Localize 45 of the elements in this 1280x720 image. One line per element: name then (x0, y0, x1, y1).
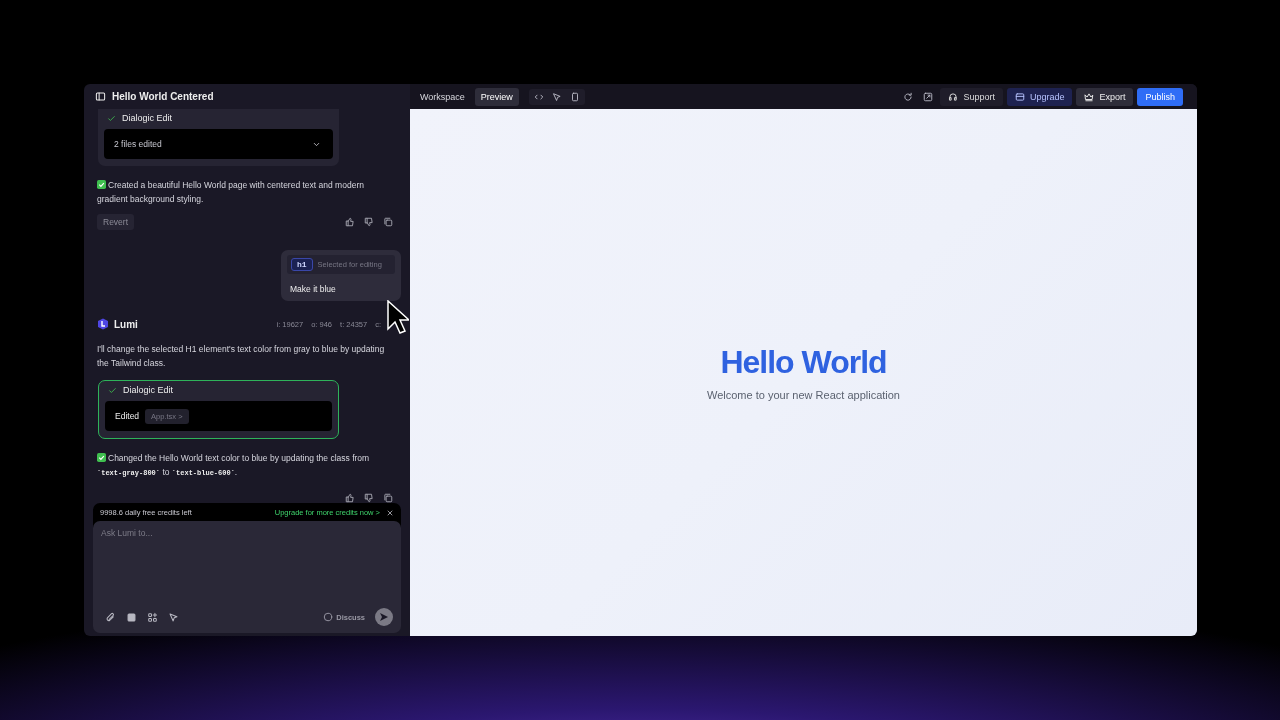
checkbox-icon (97, 453, 106, 462)
pointer-icon (551, 91, 562, 102)
crown-icon (1084, 91, 1095, 102)
assistant-name: Lumi (114, 318, 138, 330)
publish-button[interactable]: Publish (1137, 87, 1183, 106)
thumbs-down-icon (364, 217, 374, 227)
headset-icon (948, 91, 959, 102)
view-tab[interactable]: Preview (474, 87, 519, 106)
copy-icon (383, 217, 393, 227)
files-dropdown[interactable]: 2 files edited (104, 129, 333, 159)
sidebar-icon (95, 91, 106, 102)
export-button[interactable]: Export (1076, 87, 1134, 106)
upgrade-button[interactable]: Upgrade (1006, 87, 1073, 106)
view-tab[interactable]: Workspace (414, 87, 471, 106)
pointer-icon (168, 611, 179, 623)
check-icon (107, 113, 116, 123)
card-icon (1014, 91, 1025, 102)
copy-icon (383, 493, 393, 503)
edit-title: Dialogic Edit (122, 113, 173, 123)
refresh-icon (903, 91, 914, 102)
close-icon (386, 508, 394, 517)
element-tag: h1 (291, 258, 313, 271)
thumbs-down-icon (364, 493, 374, 503)
send-button[interactable] (375, 608, 393, 626)
checkbox-icon (97, 180, 106, 189)
external-link-icon (923, 91, 934, 102)
revert-button[interactable]: Revert (97, 214, 135, 230)
apps-icon (147, 611, 158, 623)
assistant-text: I'll change the selected H1 element's text color from gray to blue by updating the Tailwind class. (97, 343, 386, 370)
project-title: Hello World Centered (112, 91, 214, 102)
support-button[interactable]: Support (940, 87, 1003, 106)
paperclip-icon (105, 611, 116, 623)
phone-icon (569, 91, 580, 102)
thumbs-up-icon (345, 493, 355, 503)
assistant-avatar-icon (97, 318, 109, 330)
preview-heading: Hello World (720, 344, 887, 381)
edited-label: Edited (115, 411, 140, 421)
check-icon (108, 385, 117, 395)
preview-subtitle: Welcome to your new React application (707, 389, 900, 401)
thumbs-up-icon (345, 217, 355, 227)
mouse-pointer-icon (387, 300, 409, 334)
send-arrow-icon (379, 612, 389, 622)
user-message: Make it blue (290, 284, 337, 294)
edit-title: Dialogic Edit (123, 385, 174, 395)
reply-text: Created a beautiful Hello World page with centered text and modern gradient background styling. (97, 179, 365, 206)
